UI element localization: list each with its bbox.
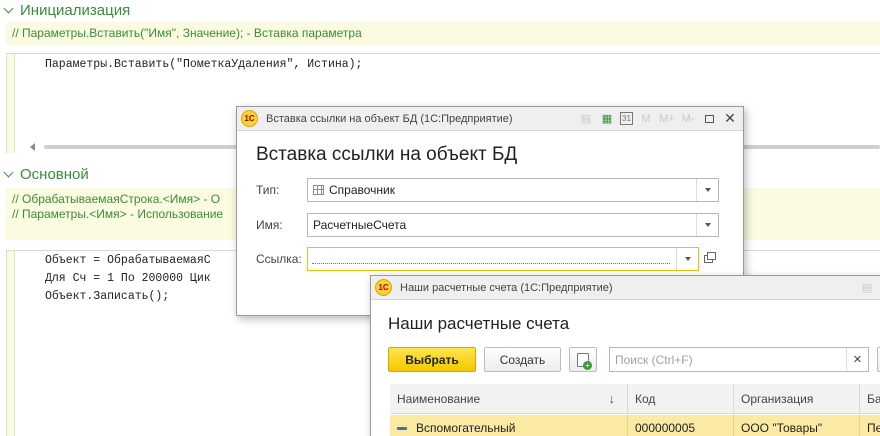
name-label: Имя:: [256, 218, 283, 232]
scroll-left-icon[interactable]: [30, 143, 35, 151]
create-copy-button[interactable]: +: [569, 347, 597, 372]
memory-minus-button[interactable]: M-: [680, 111, 696, 127]
open-icon[interactable]: [699, 250, 717, 268]
sort-arrow-icon[interactable]: ↓: [609, 391, 616, 406]
code-line[interactable]: Объект = ОбрабатываемаяС: [45, 254, 211, 267]
name-select[interactable]: РасчетныеСчета: [307, 213, 719, 237]
column-header-bank[interactable]: Ба: [860, 384, 880, 414]
document-icon[interactable]: ▤: [859, 280, 875, 296]
document-icon[interactable]: ▤: [578, 111, 594, 127]
code-line[interactable]: Для Сч = 1 По 200000 Цик: [45, 272, 211, 285]
cell-text: ООО "Товары": [741, 421, 823, 435]
select-button[interactable]: Выбрать: [388, 347, 476, 372]
link-input[interactable]: [307, 247, 699, 271]
input-underline: [312, 263, 670, 264]
accounts-heading: Наши расчетные счета: [388, 314, 570, 333]
dropdown-arrow-icon[interactable]: [696, 214, 718, 236]
window-title: Вставка ссылки на объект БД (1С:Предприя…: [266, 112, 513, 125]
search-input[interactable]: Поиск (Ctrl+F) ✕: [609, 347, 869, 372]
section-header-initialization[interactable]: Инициализация: [0, 0, 130, 20]
cell-bank[interactable]: Пе: [860, 415, 880, 436]
type-value: Справочник: [329, 183, 395, 197]
calendar-icon[interactable]: 31: [620, 112, 633, 125]
column-title: Организация: [741, 391, 814, 406]
catalog-icon: [313, 185, 324, 195]
dropdown-arrow-icon[interactable]: [676, 248, 698, 270]
cell-code[interactable]: 000000005: [628, 415, 734, 436]
memory-plus-button[interactable]: M+: [659, 111, 675, 127]
clear-search-icon[interactable]: ✕: [846, 348, 868, 371]
collapse-chevron-icon[interactable]: [2, 3, 16, 17]
type-select[interactable]: Справочник: [307, 178, 719, 202]
column-title: Код: [635, 391, 656, 406]
comment-line: // Параметры.Вставить("Имя", Значение); …: [12, 26, 362, 40]
maximize-icon[interactable]: [701, 111, 717, 127]
cell-text: 000000005: [635, 421, 696, 435]
collapse-chevron-icon[interactable]: [2, 167, 16, 181]
column-title: Ба: [867, 391, 880, 406]
column-header-code[interactable]: Код: [628, 384, 734, 414]
link-label: Ссылка:: [256, 252, 302, 266]
editor-gutter: [7, 54, 15, 153]
column-header-organization[interactable]: Организация: [734, 384, 860, 414]
comment-bar: // Параметры.Вставить("Имя", Значение); …: [6, 22, 880, 45]
dialog-titlebar: 1С Вставка ссылки на объект БД (1С:Предп…: [237, 107, 743, 131]
cell-text: Пе: [867, 421, 880, 435]
code-line[interactable]: Параметры.Вставить("ПометкаУдаления", Ис…: [45, 58, 362, 71]
app-logo-icon: 1С: [241, 110, 258, 127]
item-icon: [397, 426, 407, 430]
cell-name[interactable]: Вспомогательный: [390, 415, 628, 436]
accounts-titlebar: 1С Наши расчетные счета (1С:Предприятие)…: [371, 276, 880, 300]
dialog-heading: Вставка ссылки на объект БД: [256, 144, 518, 165]
create-button[interactable]: Создать: [484, 347, 561, 372]
section-title: Основной: [20, 165, 89, 183]
dropdown-arrow-icon[interactable]: [696, 179, 718, 201]
column-header-name[interactable]: Наименование ↓: [390, 384, 628, 414]
memory-button[interactable]: M: [638, 111, 654, 127]
accounts-window: 1С Наши расчетные счета (1С:Предприятие)…: [370, 275, 880, 436]
search-placeholder: Поиск (Ctrl+F): [615, 352, 693, 367]
column-title: Наименование: [397, 391, 481, 406]
code-line[interactable]: Объект.Записать();: [45, 290, 169, 303]
name-value: РасчетныеСчета: [313, 218, 407, 232]
close-icon[interactable]: ✕: [722, 110, 738, 127]
type-label: Тип:: [256, 183, 280, 197]
editor-gutter: [7, 251, 15, 436]
app-logo-icon: 1С: [375, 279, 392, 296]
cell-text: Вспомогательный: [416, 421, 516, 435]
calculator-icon[interactable]: ▦: [599, 111, 615, 127]
section-title: Инициализация: [20, 1, 131, 19]
section-header-main[interactable]: Основной: [0, 164, 89, 184]
add-copy-icon: +: [577, 352, 592, 370]
window-title: Наши расчетные счета (1С:Предприятие): [400, 281, 613, 294]
cell-organization[interactable]: ООО "Товары": [734, 415, 860, 436]
